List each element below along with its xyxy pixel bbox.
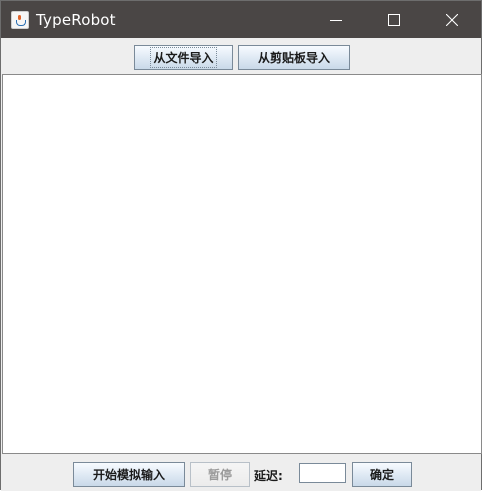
minimize-icon: [330, 19, 342, 21]
delay-label: 延迟:: [254, 469, 283, 483]
close-icon: [446, 13, 458, 26]
app-window: TypeRobot 从文件导入 从剪贴板导入 开始模拟输入 暂停 延迟: 确定: [0, 0, 482, 491]
minimize-button[interactable]: [307, 1, 365, 38]
import-toolbar: 从文件导入 从剪贴板导入: [1, 38, 481, 75]
start-typing-button[interactable]: 开始模拟输入: [73, 462, 185, 487]
import-from-clipboard-label: 从剪贴板导入: [257, 51, 330, 65]
title-bar[interactable]: TypeRobot: [1, 1, 481, 38]
start-typing-label: 开始模拟输入: [92, 468, 165, 482]
confirm-label: 确定: [369, 468, 394, 482]
maximize-button[interactable]: [365, 1, 423, 38]
import-from-file-label: 从文件导入: [150, 47, 217, 68]
pause-button[interactable]: 暂停: [190, 462, 250, 487]
close-button[interactable]: [423, 1, 481, 38]
control-bar: 开始模拟输入 暂停 延迟: 确定: [1, 454, 481, 491]
java-app-icon: [11, 10, 29, 29]
window-title: TypeRobot: [36, 10, 116, 29]
window-controls: [307, 1, 481, 38]
confirm-button[interactable]: 确定: [352, 462, 412, 487]
pause-label: 暂停: [207, 468, 232, 482]
maximize-icon: [388, 13, 400, 26]
text-input-area[interactable]: [2, 74, 482, 454]
import-from-file-button[interactable]: 从文件导入: [134, 45, 233, 70]
delay-input[interactable]: [299, 463, 346, 483]
import-from-clipboard-button[interactable]: 从剪贴板导入: [238, 45, 350, 70]
